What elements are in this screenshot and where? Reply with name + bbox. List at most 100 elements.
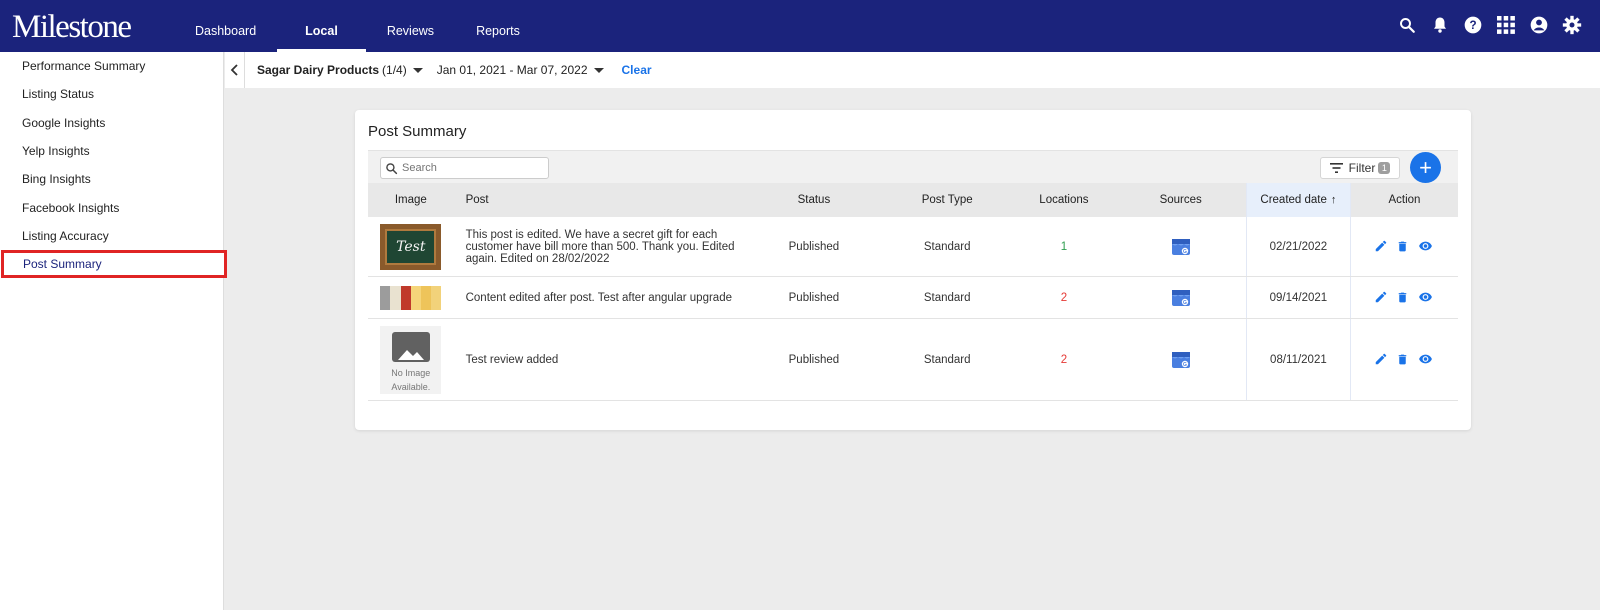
svg-text:G: G	[1183, 362, 1187, 368]
status-text: Published	[788, 240, 840, 253]
settings-gear-icon[interactable]	[1562, 14, 1582, 36]
col-image-header: Image	[394, 194, 427, 206]
caret-down-icon	[593, 67, 604, 73]
delete-trash-icon[interactable]	[1396, 352, 1409, 367]
created-date: 02/21/2022	[1245, 217, 1351, 276]
search-icon	[386, 162, 398, 174]
table-row: Content edited after post. Test after an…	[368, 277, 1458, 319]
chevron-left-icon	[230, 64, 238, 76]
view-eye-icon[interactable]	[1417, 239, 1434, 254]
edit-pencil-icon[interactable]	[1374, 290, 1388, 305]
created-date: 08/11/2021	[1245, 319, 1351, 400]
sidebar-item-yelp-insights[interactable]: Yelp Insights	[0, 137, 223, 165]
sidebar-item-listing-accuracy[interactable]: Listing Accuracy	[0, 222, 223, 250]
collapse-sidebar-button[interactable]	[225, 52, 245, 88]
status-text: Published	[788, 291, 840, 304]
date-range-selector[interactable]: Jan 01, 2021 - Mar 07, 2022	[437, 63, 604, 77]
edit-pencil-icon[interactable]	[1374, 352, 1388, 367]
nav-local[interactable]: Local	[277, 0, 366, 52]
google-business-icon: G	[1115, 350, 1245, 370]
account-icon[interactable]	[1529, 14, 1549, 36]
delete-trash-icon[interactable]	[1396, 239, 1409, 254]
view-eye-icon[interactable]	[1417, 290, 1434, 305]
google-business-icon: G	[1115, 237, 1245, 257]
table-row: Test This post is edited. We have a secr…	[368, 217, 1458, 277]
sidebar-item-google-insights[interactable]: Google Insights	[0, 109, 223, 137]
no-image-placeholder: No Image Available.	[380, 325, 442, 394]
post-type-text: Standard	[923, 291, 971, 304]
locations-count[interactable]: 2	[1012, 354, 1115, 366]
post-type-text: Standard	[923, 240, 971, 253]
top-navbar: Milestone Dashboard Local Reviews Report…	[0, 0, 1600, 52]
sidebar-item-facebook-insights[interactable]: Facebook Insights	[0, 193, 223, 221]
svg-text:?: ?	[1469, 19, 1476, 32]
image-placeholder-icon	[391, 331, 430, 362]
post-thumbnail: Test	[368, 223, 454, 270]
locations-count[interactable]: 1	[1012, 241, 1115, 253]
sort-ascending-icon: ↑	[1330, 194, 1337, 206]
caret-down-icon	[412, 67, 423, 73]
col-sources-header: Sources	[1159, 194, 1202, 206]
table-toolbar: Filter 1 +	[368, 150, 1458, 183]
col-action-header: Action	[1388, 194, 1421, 206]
col-status-header: Status	[797, 194, 831, 206]
post-text: Content edited after post. Test after an…	[465, 291, 732, 304]
col-post-header: Post	[465, 194, 489, 206]
sidebar-item-performance-summary[interactable]: Performance Summary	[0, 52, 223, 80]
sidebar-item-post-summary[interactable]: Post Summary	[1, 250, 227, 279]
post-summary-card: Post Summary Filter 1 + Image Post Statu…	[355, 110, 1471, 430]
edit-pencil-icon[interactable]	[1374, 239, 1388, 254]
col-locations-header: Locations	[1039, 194, 1089, 206]
col-created-date-header[interactable]: Created date ↑	[1245, 183, 1351, 217]
help-icon[interactable]: ?	[1463, 14, 1483, 36]
no-image-line1: No Image	[391, 367, 431, 378]
search-icon[interactable]	[1397, 14, 1417, 36]
table-row: No Image Available. Test review added Pu…	[368, 319, 1458, 401]
created-date: 09/14/2021	[1245, 277, 1351, 318]
post-text: Test review added	[465, 353, 559, 366]
posts-table: Image Post Status Post Type Locations So…	[368, 183, 1458, 401]
table-header: Image Post Status Post Type Locations So…	[368, 183, 1458, 217]
filter-bar: Sagar Dairy Products (1/4) Jan 01, 2021 …	[225, 52, 1600, 88]
business-selector[interactable]: Sagar Dairy Products (1/4)	[257, 63, 423, 77]
google-business-icon: G	[1115, 288, 1245, 308]
no-image-caption: No Image Available.	[391, 366, 430, 394]
sidebar-item-listing-status[interactable]: Listing Status	[0, 80, 223, 108]
post-text: This post is edited. We have a secret gi…	[465, 228, 735, 265]
chalkboard-image: Test	[380, 223, 442, 270]
filter-lines-icon	[1329, 163, 1343, 173]
office-supplies-image	[380, 285, 442, 310]
sidebar: Performance Summary Listing Status Googl…	[0, 52, 227, 610]
view-eye-icon[interactable]	[1417, 352, 1434, 367]
search-box[interactable]	[380, 157, 549, 179]
delete-trash-icon[interactable]	[1396, 290, 1409, 305]
row-actions	[1351, 290, 1458, 305]
status-text: Published	[788, 353, 840, 366]
clear-filters-link[interactable]: Clear	[622, 63, 652, 77]
nav-dashboard[interactable]: Dashboard	[174, 0, 277, 52]
main-nav: Dashboard Local Reviews Reports	[174, 0, 541, 52]
nav-reviews[interactable]: Reviews	[366, 0, 455, 52]
date-range: Jan 01, 2021 - Mar 07, 2022	[436, 63, 588, 77]
business-name: Sagar Dairy Products	[257, 63, 380, 77]
no-image-line2: Available.	[391, 381, 431, 392]
locations-count[interactable]: 2	[1012, 292, 1115, 304]
add-post-button[interactable]: +	[1410, 152, 1441, 183]
svg-text:G: G	[1183, 300, 1187, 306]
sidebar-item-bing-insights[interactable]: Bing Insights	[0, 165, 223, 193]
search-input[interactable]	[402, 162, 542, 174]
bell-icon[interactable]	[1430, 14, 1450, 36]
card-title: Post Summary	[368, 123, 467, 140]
milestone-logo[interactable]: Milestone	[12, 7, 132, 47]
apps-grid-icon[interactable]	[1496, 14, 1516, 36]
thumbnail-text: Test	[385, 228, 437, 265]
svg-text:G: G	[1183, 249, 1187, 255]
filter-count-badge: 1	[1378, 162, 1391, 174]
filter-button[interactable]: Filter 1	[1320, 157, 1400, 179]
nav-reports[interactable]: Reports	[455, 0, 541, 52]
header-icons: ?	[1397, 14, 1582, 36]
post-type-text: Standard	[923, 353, 971, 366]
row-actions	[1351, 239, 1458, 254]
created-date-label: Created date	[1260, 194, 1327, 206]
col-post-type-header: Post Type	[921, 194, 973, 206]
